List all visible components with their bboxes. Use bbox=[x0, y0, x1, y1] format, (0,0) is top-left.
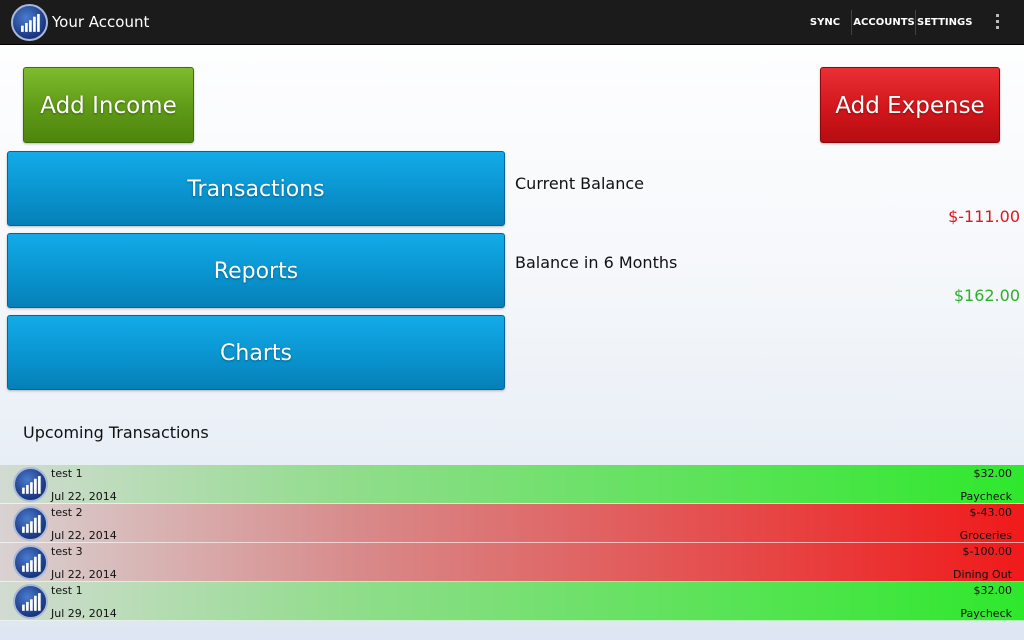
reports-button[interactable]: Reports bbox=[7, 233, 505, 308]
transaction-date: Jul 29, 2014 bbox=[51, 607, 117, 620]
transaction-amount: $32.00 bbox=[973, 467, 1013, 480]
bar-chart-icon bbox=[13, 467, 48, 502]
transaction-amount: $-100.00 bbox=[962, 545, 1012, 558]
transaction-row[interactable]: test 1 Jul 22, 2014 $32.00 Paycheck bbox=[0, 465, 1024, 504]
transaction-name: test 1 bbox=[51, 467, 83, 480]
transaction-amount: $-43.00 bbox=[969, 506, 1012, 519]
action-bar: Your Account SYNC ACCOUNTS SETTINGS bbox=[0, 0, 1024, 45]
more-vertical-icon[interactable] bbox=[980, 0, 1016, 45]
upcoming-transactions-list: test 1 Jul 22, 2014 $32.00 Paycheck test… bbox=[0, 465, 1024, 621]
transaction-row[interactable]: test 1 Jul 29, 2014 $32.00 Paycheck bbox=[0, 582, 1024, 621]
charts-button[interactable]: Charts bbox=[7, 315, 505, 390]
bar-chart-icon bbox=[13, 506, 48, 541]
transaction-name: test 2 bbox=[51, 506, 83, 519]
sync-button[interactable]: SYNC bbox=[804, 0, 846, 45]
bar-chart-icon bbox=[13, 584, 48, 619]
divider bbox=[851, 10, 852, 35]
transaction-row[interactable]: test 2 Jul 22, 2014 $-43.00 Groceries bbox=[0, 504, 1024, 543]
divider bbox=[915, 10, 916, 35]
transaction-date: Jul 22, 2014 bbox=[51, 490, 117, 503]
accounts-button[interactable]: ACCOUNTS bbox=[853, 0, 915, 45]
future-balance-value: $162.00 bbox=[953, 286, 1020, 305]
upcoming-transactions-title: Upcoming Transactions bbox=[23, 423, 209, 442]
add-expense-button[interactable]: Add Expense bbox=[820, 67, 1000, 143]
current-balance-label: Current Balance bbox=[515, 174, 644, 193]
current-balance-value: $-111.00 bbox=[948, 207, 1020, 226]
bar-chart-icon bbox=[13, 545, 48, 580]
transaction-name: test 3 bbox=[51, 545, 83, 558]
bar-chart-icon[interactable] bbox=[11, 4, 48, 41]
transaction-row[interactable]: test 3 Jul 22, 2014 $-100.00 Dining Out bbox=[0, 543, 1024, 582]
transaction-date: Jul 22, 2014 bbox=[51, 529, 117, 542]
settings-button[interactable]: SETTINGS bbox=[917, 0, 972, 45]
transaction-date: Jul 22, 2014 bbox=[51, 568, 117, 581]
app-title: Your Account bbox=[52, 13, 150, 31]
transaction-name: test 1 bbox=[51, 584, 83, 597]
future-balance-label: Balance in 6 Months bbox=[515, 253, 678, 272]
transaction-category: Groceries bbox=[959, 529, 1012, 542]
transaction-category: Paycheck bbox=[960, 607, 1012, 620]
transaction-category: Dining Out bbox=[953, 568, 1012, 581]
transaction-category: Paycheck bbox=[960, 490, 1012, 503]
transactions-button[interactable]: Transactions bbox=[7, 151, 505, 226]
add-income-button[interactable]: Add Income bbox=[23, 67, 194, 143]
transaction-amount: $32.00 bbox=[973, 584, 1013, 597]
